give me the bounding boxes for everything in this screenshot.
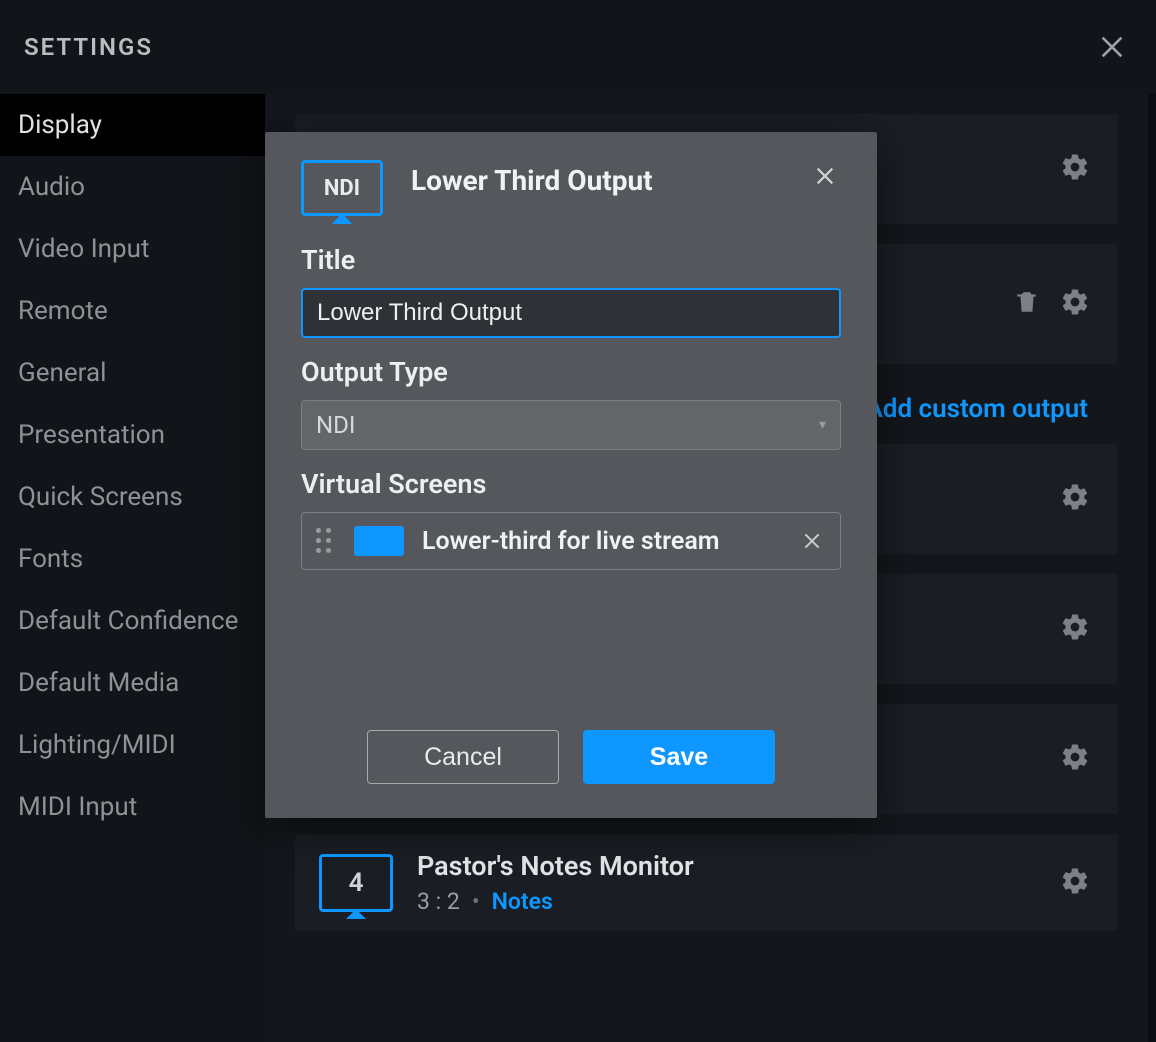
- sidebar-item-video-input[interactable]: Video Input: [0, 218, 265, 280]
- output-row-info: Pastor's Notes Monitor 3 : 2 • Notes: [417, 850, 1036, 915]
- sidebar-item-lighting-midi[interactable]: Lighting/MIDI: [0, 714, 265, 776]
- virtual-screens-label: Virtual Screens: [301, 468, 841, 500]
- modal-title: Lower Third Output: [411, 160, 781, 197]
- virtual-screen-label: Lower-third for live stream: [422, 527, 780, 556]
- sidebar-item-default-confidence[interactable]: Default Confidence: [0, 590, 265, 652]
- output-row-title: Pastor's Notes Monitor: [417, 850, 1036, 882]
- output-row-subline: 3 : 2 • Notes: [417, 888, 1036, 915]
- gear-icon[interactable]: [1060, 482, 1094, 516]
- cancel-button[interactable]: Cancel: [367, 730, 559, 784]
- edit-output-modal: NDI Lower Third Output Title Output Type…: [265, 132, 877, 818]
- output-tag: Notes: [492, 888, 553, 915]
- sidebar-item-remote[interactable]: Remote: [0, 280, 265, 342]
- save-button[interactable]: Save: [583, 730, 775, 784]
- close-settings-button[interactable]: [1092, 27, 1132, 67]
- modal-close-button[interactable]: [809, 160, 841, 192]
- sidebar-item-display[interactable]: Display: [0, 94, 265, 156]
- remove-virtual-screen-button[interactable]: [798, 527, 826, 555]
- sidebar-item-general[interactable]: General: [0, 342, 265, 404]
- gear-icon[interactable]: [1060, 152, 1094, 186]
- add-custom-output-label: Add custom output: [865, 394, 1088, 424]
- gear-icon[interactable]: [1060, 742, 1094, 776]
- sidebar-item-audio[interactable]: Audio: [0, 156, 265, 218]
- sidebar: Display Audio Video Input Remote General…: [0, 94, 265, 1042]
- output-thumb-number: 4: [349, 868, 364, 898]
- virtual-screen-item: Lower-third for live stream: [301, 512, 841, 570]
- gear-icon[interactable]: [1060, 866, 1094, 900]
- sidebar-item-default-media[interactable]: Default Media: [0, 652, 265, 714]
- output-type-select[interactable]: NDI ▾: [301, 400, 841, 450]
- output-type-value: NDI: [316, 411, 355, 439]
- output-ratio: 3 : 2: [417, 888, 460, 915]
- trash-icon[interactable]: [1014, 287, 1044, 321]
- drag-handle-icon[interactable]: [316, 528, 336, 554]
- ndi-badge-label: NDI: [324, 176, 360, 201]
- sidebar-item-presentation[interactable]: Presentation: [0, 404, 265, 466]
- title-input[interactable]: [301, 288, 841, 338]
- sidebar-item-midi-input[interactable]: MIDI Input: [0, 776, 265, 838]
- page-title: SETTINGS: [24, 33, 153, 61]
- sidebar-item-quick-screens[interactable]: Quick Screens: [0, 466, 265, 528]
- chevron-down-icon: ▾: [819, 417, 826, 433]
- sidebar-item-fonts[interactable]: Fonts: [0, 528, 265, 590]
- settings-header: SETTINGS: [0, 0, 1156, 94]
- title-field-label: Title: [301, 244, 841, 276]
- output-thumb-icon: 4: [319, 854, 393, 912]
- gear-icon[interactable]: [1060, 612, 1094, 646]
- gear-icon[interactable]: [1060, 287, 1094, 321]
- output-type-label: Output Type: [301, 356, 841, 388]
- separator-dot-icon: •: [472, 888, 480, 915]
- color-swatch-icon: [354, 526, 404, 556]
- ndi-badge-icon: NDI: [301, 160, 383, 216]
- output-row-pastors-notes[interactable]: 4 Pastor's Notes Monitor 3 : 2 • Notes: [295, 834, 1118, 931]
